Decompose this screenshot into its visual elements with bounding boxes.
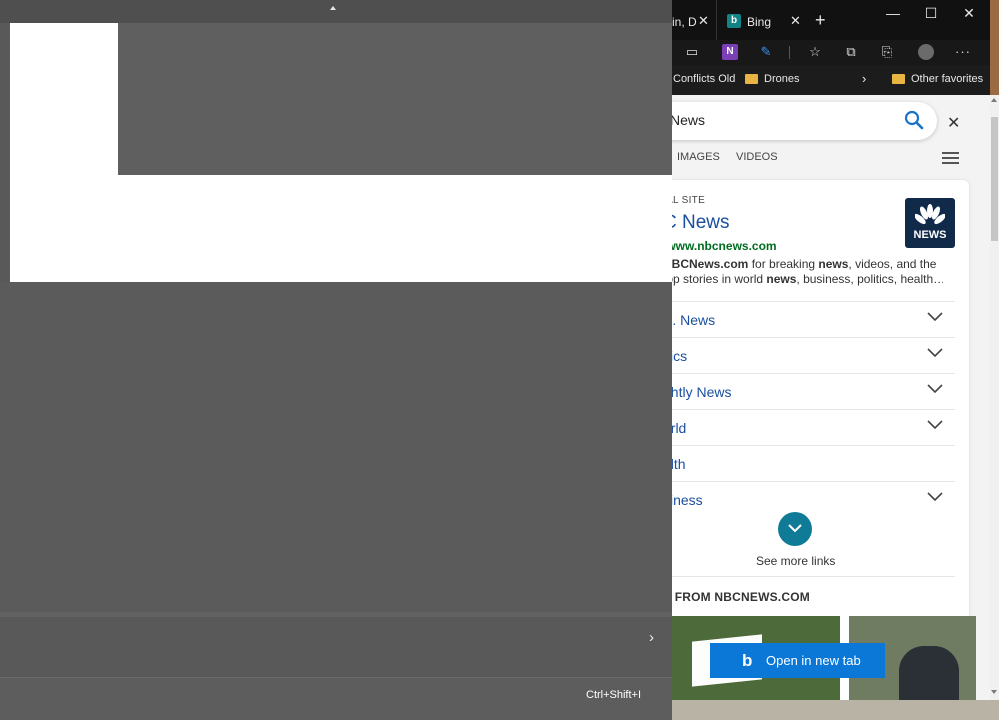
- chevron-down-icon[interactable]: [927, 420, 943, 430]
- minimize-button[interactable]: —: [883, 5, 903, 21]
- toolbar-divider: [789, 46, 790, 59]
- chevron-right-icon[interactable]: ›: [649, 629, 654, 646]
- chevron-down-icon[interactable]: [927, 492, 943, 502]
- see-more-button[interactable]: [778, 512, 812, 546]
- overlay-header: [0, 0, 672, 23]
- chevron-down-icon[interactable]: [927, 348, 943, 358]
- sitelink-label: S. News: [672, 312, 716, 328]
- peacock-icon: [915, 204, 945, 225]
- sitelink-row[interactable]: alth: [672, 445, 955, 481]
- favorite-drones[interactable]: Drones: [764, 73, 799, 85]
- bing-icon: b: [742, 651, 753, 670]
- scrollbar-thumb[interactable]: [991, 117, 998, 241]
- maximize-button[interactable]: ☐: [921, 5, 941, 22]
- menu-icon[interactable]: [942, 152, 959, 164]
- see-more-label[interactable]: See more links: [756, 554, 835, 568]
- extension-icon[interactable]: ▭: [684, 44, 700, 60]
- pen-icon[interactable]: ✎: [758, 44, 774, 60]
- logo-text: NEWS: [913, 229, 947, 241]
- result-url[interactable]: /www.nbcnews.com: [672, 239, 777, 253]
- tab-videos[interactable]: VIDEOS: [736, 151, 778, 163]
- sitelink-row[interactable]: siness: [672, 481, 955, 517]
- devtools-overlay: › Ctrl+Shift+I: [0, 0, 672, 720]
- browser-toolbar: ▭ N ✎ ☆ ⧉ ⎘ ···: [672, 40, 990, 65]
- profile-avatar[interactable]: [918, 44, 934, 60]
- sitelink-label: itics: [672, 348, 688, 364]
- top-stories-heading: S FROM NBCNEWS.COM: [672, 590, 810, 604]
- sitelink-label: siness: [672, 492, 703, 508]
- favorites-bar: Conflicts Old Drones › Other favorites: [672, 65, 990, 95]
- official-site-label: IAL SITE: [672, 195, 706, 206]
- sitelink-label: ghtly News: [672, 384, 732, 400]
- sitelink-label: alth: [672, 456, 686, 472]
- story-image: [899, 646, 959, 700]
- preview-placeholder: [118, 23, 672, 175]
- chevron-down-icon[interactable]: [927, 384, 943, 394]
- page-content: News ✕ IMAGES VIDEOS IAL SITE C News /ww…: [672, 95, 990, 700]
- tab-images[interactable]: IMAGES: [677, 151, 720, 163]
- result-title-link[interactable]: C News: [672, 212, 730, 234]
- close-window-button[interactable]: ✕: [959, 5, 979, 22]
- chevron-down-icon: [788, 524, 802, 533]
- result-card: IAL SITE C News /www.nbcnews.com NBCNews…: [672, 180, 976, 700]
- share-icon[interactable]: ⎘: [879, 44, 895, 60]
- overlay-panel: [0, 612, 672, 677]
- result-description: NBCNews.com for breaking news, videos, a…: [672, 257, 943, 286]
- overlay-body: [0, 282, 672, 612]
- shortcut-hint: Ctrl+Shift+I: [586, 689, 642, 701]
- favorites-icon[interactable]: ☆: [807, 44, 823, 60]
- search-box[interactable]: News: [672, 102, 937, 140]
- tab-label: Bing: [747, 15, 772, 29]
- tab-label: in, D: [672, 15, 697, 29]
- collapse-arrow-icon[interactable]: [330, 6, 336, 10]
- tab-bing[interactable]: b Bing ✕: [716, 0, 811, 40]
- title-bar: in, D ✕ b Bing ✕ + — ☐ ✕: [672, 0, 990, 40]
- sitelink-row[interactable]: ghtly News: [672, 373, 955, 409]
- folder-icon: [745, 74, 758, 84]
- collections-icon[interactable]: ⧉: [843, 44, 859, 60]
- more-icon[interactable]: ···: [955, 44, 971, 60]
- new-tab-button[interactable]: +: [815, 10, 826, 31]
- desktop-background: [672, 700, 999, 720]
- overlay-footer: [0, 677, 672, 720]
- close-icon[interactable]: ✕: [947, 113, 960, 133]
- button-label: Open in new tab: [766, 653, 861, 668]
- scroll-down-icon[interactable]: [991, 690, 997, 694]
- sitelink-row[interactable]: itics: [672, 337, 955, 373]
- favorite-other[interactable]: Other favorites: [911, 73, 983, 85]
- folder-icon: [892, 74, 905, 84]
- search-icon[interactable]: [904, 110, 924, 130]
- onenote-icon[interactable]: N: [722, 44, 738, 60]
- chevron-right-icon[interactable]: ›: [862, 71, 866, 86]
- nbc-news-logo[interactable]: NEWS: [905, 198, 955, 248]
- sitelink-row[interactable]: S. News: [672, 301, 955, 337]
- tab-previous[interactable]: in, D ✕: [672, 0, 716, 40]
- scroll-up-icon[interactable]: [991, 98, 997, 102]
- preview-area: [10, 23, 672, 282]
- bing-icon: b: [727, 14, 741, 28]
- sitelink-label: orld: [672, 420, 687, 436]
- divider: [672, 576, 955, 577]
- favorite-conflicts-old[interactable]: Conflicts Old: [673, 73, 735, 85]
- browser-window: in, D ✕ b Bing ✕ + — ☐ ✕ ▭ N ✎ ☆ ⧉ ⎘ ···…: [672, 0, 990, 700]
- search-input[interactable]: News: [672, 112, 705, 128]
- scrollbar[interactable]: [990, 95, 999, 700]
- desktop-background: [990, 0, 999, 95]
- close-tab-icon[interactable]: ✕: [698, 13, 709, 29]
- sitelink-row[interactable]: orld: [672, 409, 955, 445]
- chevron-down-icon[interactable]: [927, 312, 943, 322]
- close-tab-icon[interactable]: ✕: [790, 13, 801, 29]
- open-in-new-tab-button[interactable]: b Open in new tab: [710, 643, 885, 678]
